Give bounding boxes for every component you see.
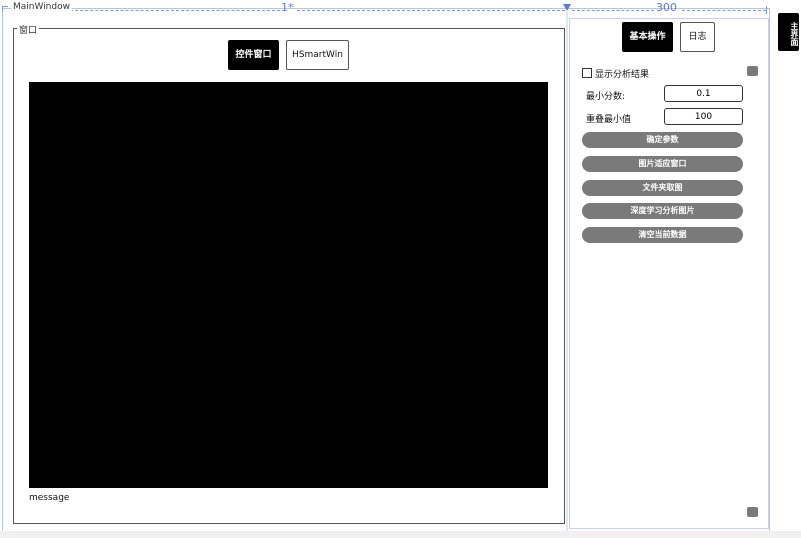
groupbox-label: 窗口 bbox=[17, 23, 40, 36]
overlap-min-label: 重叠最小值 bbox=[586, 115, 632, 125]
indicator-square-icon bbox=[747, 507, 758, 517]
show-result-label: 显示分析结果 bbox=[595, 70, 650, 80]
column-width-300: 300 bbox=[656, 1, 677, 14]
column-ruler bbox=[297, 10, 565, 11]
fit-image-button[interactable]: 图片适应窗口 bbox=[582, 156, 743, 172]
deep-learning-analyze-button[interactable]: 深度学习分析图片 bbox=[582, 203, 743, 219]
column-ruler bbox=[65, 10, 280, 11]
min-score-input[interactable] bbox=[664, 85, 743, 102]
folder-load-button[interactable]: 文件夹取图 bbox=[582, 180, 743, 196]
bottom-scroll-area bbox=[0, 531, 801, 538]
tab-control-window[interactable]: 控件窗口 bbox=[228, 40, 279, 70]
tab-main-interface[interactable]: 主界面 bbox=[778, 13, 799, 51]
column-width-star: 1* bbox=[281, 1, 294, 14]
tab-log[interactable]: 日志 bbox=[680, 22, 715, 52]
grid-splitter[interactable] bbox=[566, 12, 568, 532]
splitter-marker-icon[interactable] bbox=[563, 4, 571, 11]
show-result-checkbox[interactable] bbox=[582, 68, 592, 78]
designer-corner-marker bbox=[766, 6, 767, 14]
designer-corner-marker bbox=[2, 6, 8, 12]
image-display-canvas[interactable] bbox=[29, 82, 548, 488]
column-ruler bbox=[572, 10, 654, 11]
clear-data-button[interactable]: 清空当前数据 bbox=[582, 227, 743, 243]
tab-basic-operations[interactable]: 基本操作 bbox=[622, 22, 673, 52]
min-score-label: 最小分数: bbox=[586, 92, 626, 102]
indicator-square-icon bbox=[747, 66, 758, 76]
overlap-min-input[interactable] bbox=[664, 108, 743, 125]
confirm-params-button[interactable]: 确定参数 bbox=[582, 132, 743, 148]
tab-hsmartwin[interactable]: HSmartWin bbox=[286, 40, 349, 70]
window-title: MainWindow bbox=[11, 2, 72, 12]
message-label: message bbox=[29, 493, 70, 503]
column-ruler bbox=[682, 10, 766, 11]
